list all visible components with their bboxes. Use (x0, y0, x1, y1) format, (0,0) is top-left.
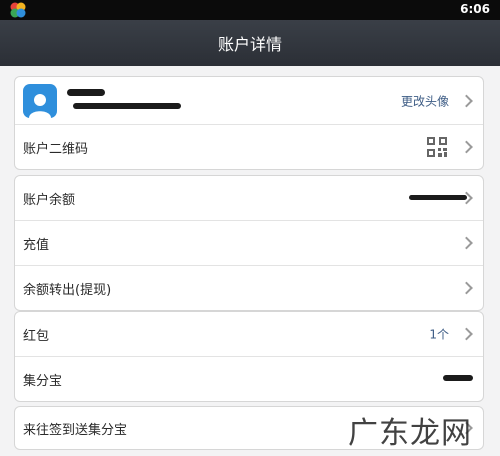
profile-row[interactable]: 更改头像 (15, 77, 483, 125)
chevron-right-icon (460, 191, 473, 205)
title-bar: 账户详情 (0, 20, 500, 66)
chevron-right-icon (460, 236, 473, 250)
points-label: 集分宝 (23, 373, 63, 389)
redacted-points (443, 375, 473, 381)
watermark-text: 广东龙网 (348, 416, 472, 451)
qrcode-label: 账户二维码 (23, 141, 89, 157)
redacted-balance (409, 195, 467, 200)
withdraw-label: 余额转出(提现) (23, 282, 112, 298)
recharge-row[interactable]: 充值 (15, 221, 483, 266)
change-avatar-link[interactable]: 更改头像 (401, 92, 449, 109)
balance-label: 账户余额 (23, 192, 76, 208)
user-silhouette-icon (29, 93, 51, 118)
qrcode-row[interactable]: 账户二维码 (15, 125, 483, 169)
balance-card: 账户余额 充值 余额转出(提现) (14, 175, 484, 311)
redacted-username (67, 89, 105, 96)
chevron-right-icon (460, 94, 473, 107)
clock: 6:06 (460, 2, 490, 16)
chevron-right-icon (460, 327, 473, 341)
chevron-right-icon (460, 281, 473, 295)
red-packet-label: 红包 (23, 328, 50, 344)
rewards-card: 红包 1个 集分宝 (14, 311, 484, 402)
redacted-account-id (73, 103, 181, 109)
watermark: 广东龙网 (348, 408, 472, 452)
chevron-right-icon (460, 140, 473, 154)
app-logo-icon (10, 2, 26, 18)
red-packet-count: 1个 (429, 327, 449, 342)
balance-row[interactable]: 账户余额 (15, 176, 483, 221)
profile-card: 更改头像 账户二维码 (14, 76, 484, 170)
withdraw-row[interactable]: 余额转出(提现) (15, 266, 483, 310)
points-row[interactable]: 集分宝 (15, 357, 483, 401)
red-packet-row[interactable]: 红包 1个 (15, 312, 483, 357)
status-bar: 6:06 (0, 0, 500, 20)
recharge-label: 充值 (23, 237, 50, 253)
avatar[interactable] (23, 83, 57, 118)
page-title: 账户详情 (217, 35, 282, 54)
qr-code-icon (427, 137, 447, 157)
signin-label: 来往签到送集分宝 (23, 422, 128, 438)
